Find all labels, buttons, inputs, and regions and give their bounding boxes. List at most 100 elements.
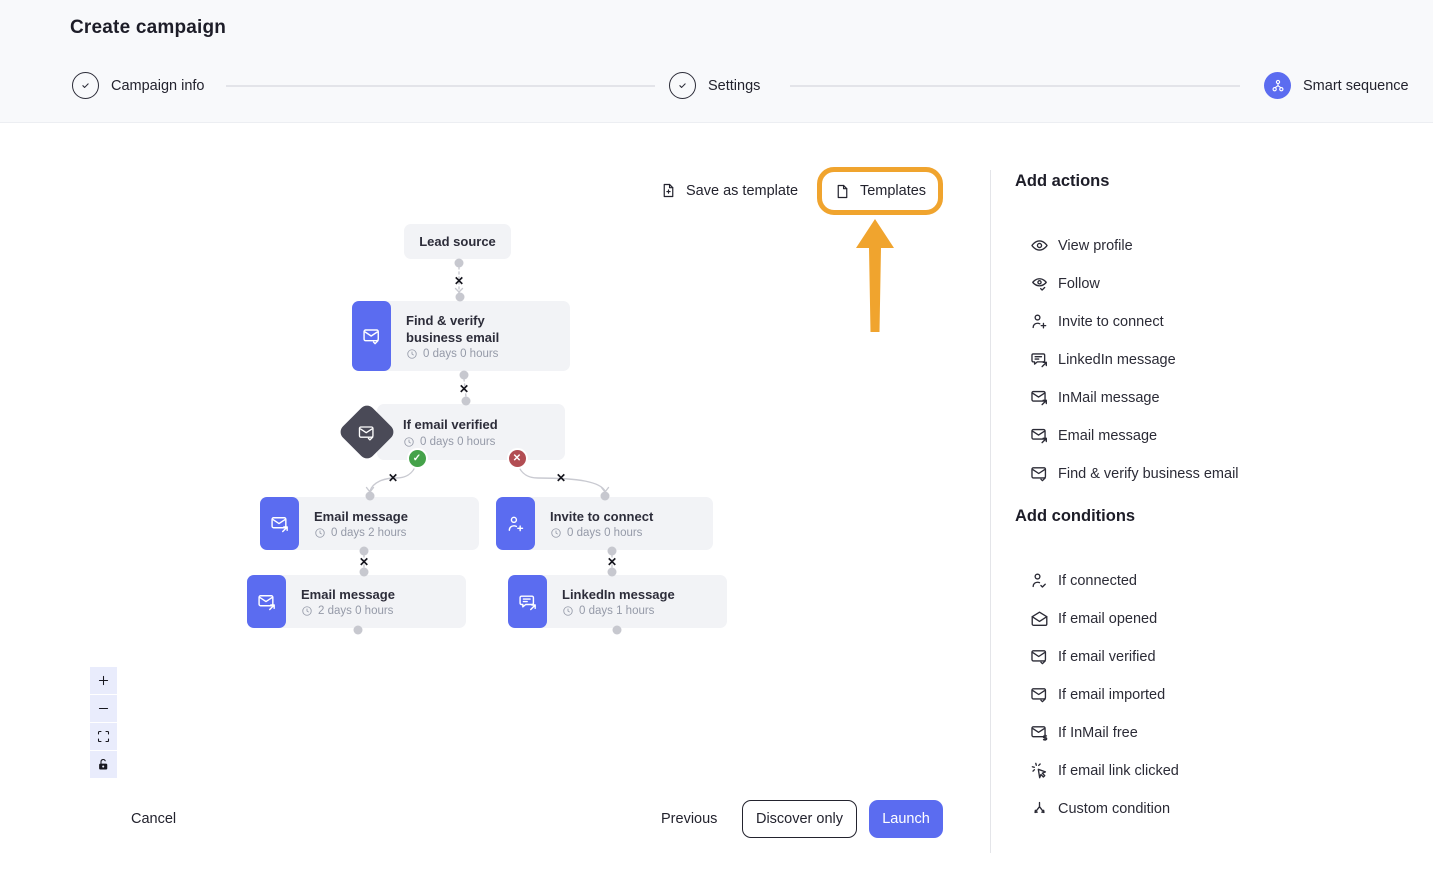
step-label: Settings (708, 78, 760, 94)
node-title: Email message (314, 508, 408, 525)
delete-step-icon[interactable]: ✕ (357, 555, 371, 569)
conditions-list: If connected If email opened If email veri… (1015, 569, 1405, 820)
minus-icon (96, 701, 111, 716)
step-settings[interactable]: Settings (669, 72, 760, 99)
stepper-line (790, 85, 1240, 87)
action-follow[interactable]: Follow (1015, 272, 1405, 295)
file-plus-icon (660, 182, 677, 199)
envelope-check-icon (1030, 685, 1049, 704)
condition-if-inmail-free[interactable]: If InMail free (1015, 721, 1405, 744)
clock-icon (550, 527, 562, 539)
delete-step-icon[interactable]: ✕ (554, 471, 568, 485)
condition-if-email-link-clicked[interactable]: If email link clicked (1015, 759, 1405, 782)
action-view-profile[interactable]: View profile (1015, 234, 1405, 257)
node-delay: 0 days 2 hours (314, 527, 408, 539)
action-email-message[interactable]: Email message (1015, 424, 1405, 447)
previous-button[interactable]: Previous (661, 811, 717, 827)
zoom-in-button[interactable] (90, 667, 117, 694)
discover-only-button[interactable]: Discover only (742, 800, 857, 838)
envelope-check-icon (358, 423, 377, 442)
flow-node-email-message-1[interactable]: Email message 0 days 2 hours (260, 497, 479, 550)
action-find-verify-business-email[interactable]: Find & verify business email (1015, 462, 1405, 485)
plus-icon (96, 673, 111, 688)
save-as-template-button[interactable]: Save as template (660, 182, 798, 199)
item-label: Custom condition (1058, 801, 1170, 817)
item-label: Find & verify business email (1058, 466, 1239, 482)
check-circle-icon (669, 72, 696, 99)
step-smart-sequence[interactable]: Smart sequence (1264, 72, 1409, 99)
envelope-check-icon (352, 301, 391, 371)
condition-if-email-imported[interactable]: If email imported (1015, 683, 1405, 706)
highlight-arrow-icon (855, 219, 895, 333)
templates-label: Templates (860, 183, 926, 199)
person-plus-icon (1030, 312, 1049, 331)
header: Create campaign Campaign info Settings S… (0, 0, 1433, 123)
action-invite-to-connect[interactable]: Invite to connect (1015, 310, 1405, 333)
branch-yes-badge: ✓ (409, 450, 426, 467)
zoom-out-button[interactable] (90, 695, 117, 722)
flow-node-lead-source[interactable]: Lead source (404, 224, 511, 259)
fit-view-button[interactable] (90, 723, 117, 750)
flow-node-if-email-verified[interactable]: If email verified 0 days 0 hours (377, 404, 565, 460)
delete-step-icon[interactable]: ✕ (457, 382, 471, 396)
save-as-template-label: Save as template (686, 183, 798, 199)
sidebar: Add actions View profileFollowInvite to … (1015, 172, 1405, 820)
fit-icon (96, 729, 111, 744)
envelope-check-icon (1030, 647, 1049, 666)
condition-custom-condition[interactable]: Custom condition (1015, 797, 1405, 820)
action-linkedin-message[interactable]: LinkedIn message (1015, 348, 1405, 371)
clock-icon (314, 527, 326, 539)
step-label: Smart sequence (1303, 78, 1409, 94)
condition-if-connected[interactable]: If connected (1015, 569, 1405, 592)
templates-highlight-box: Templates (817, 167, 943, 215)
node-delay: 2 days 0 hours (301, 605, 395, 617)
node-title: Lead source (419, 233, 496, 250)
node-delay: 0 days 0 hours (550, 527, 653, 539)
item-label: If InMail free (1058, 725, 1138, 741)
lock-canvas-button[interactable] (90, 751, 117, 778)
delete-step-icon[interactable]: ✕ (605, 555, 619, 569)
cancel-button[interactable]: Cancel (131, 811, 176, 827)
envelope-open-icon (1030, 609, 1049, 628)
create-campaign-page: Create campaign Campaign info Settings S… (0, 0, 1433, 885)
action-inmail-message[interactable]: InMail message (1015, 386, 1405, 409)
clock-icon (562, 605, 574, 617)
node-title: Find & verify business email (406, 312, 519, 346)
item-label: Follow (1058, 276, 1100, 292)
page-title: Create campaign (70, 17, 226, 39)
item-label: Invite to connect (1058, 314, 1164, 330)
node-title: LinkedIn message (562, 586, 675, 603)
flow-node-find-verify-email[interactable]: Find & verify business email 0 days 0 ho… (352, 301, 570, 371)
clock-icon (301, 605, 313, 617)
delete-step-icon[interactable]: ✕ (452, 274, 466, 288)
item-label: If email imported (1058, 687, 1165, 703)
condition-if-email-opened[interactable]: If email opened (1015, 607, 1405, 630)
item-label: InMail message (1058, 390, 1160, 406)
sidebar-divider (990, 170, 991, 853)
clock-icon (403, 436, 415, 448)
flow-node-email-message-2[interactable]: Email message 2 days 0 hours (247, 575, 466, 628)
cursor-click-icon (1030, 761, 1049, 780)
node-title: Email message (301, 586, 395, 603)
stepper-line (226, 85, 655, 87)
flow-node-linkedin-message[interactable]: LinkedIn message 0 days 1 hours (508, 575, 727, 628)
envelope-check-icon (1030, 464, 1049, 483)
eye-check-icon (1030, 274, 1049, 293)
step-campaign-info[interactable]: Campaign info (72, 72, 205, 99)
delete-step-icon[interactable]: ✕ (386, 471, 400, 485)
envelope-send-icon (260, 497, 299, 550)
templates-button[interactable]: Templates (834, 183, 926, 200)
step-label: Campaign info (111, 78, 205, 94)
node-delay: 0 days 0 hours (403, 436, 565, 448)
condition-if-email-verified[interactable]: If email verified (1015, 645, 1405, 668)
eye-icon (1030, 236, 1049, 255)
envelope-send-icon (1030, 388, 1049, 407)
launch-button[interactable]: Launch (869, 800, 943, 838)
flow-node-invite-to-connect[interactable]: Invite to connect 0 days 0 hours (496, 497, 713, 550)
item-label: Email message (1058, 428, 1157, 444)
item-label: If email opened (1058, 611, 1157, 627)
lock-icon (96, 757, 111, 772)
smart-sequence-icon (1264, 72, 1291, 99)
item-label: View profile (1058, 238, 1133, 254)
envelope-send-icon (247, 575, 286, 628)
